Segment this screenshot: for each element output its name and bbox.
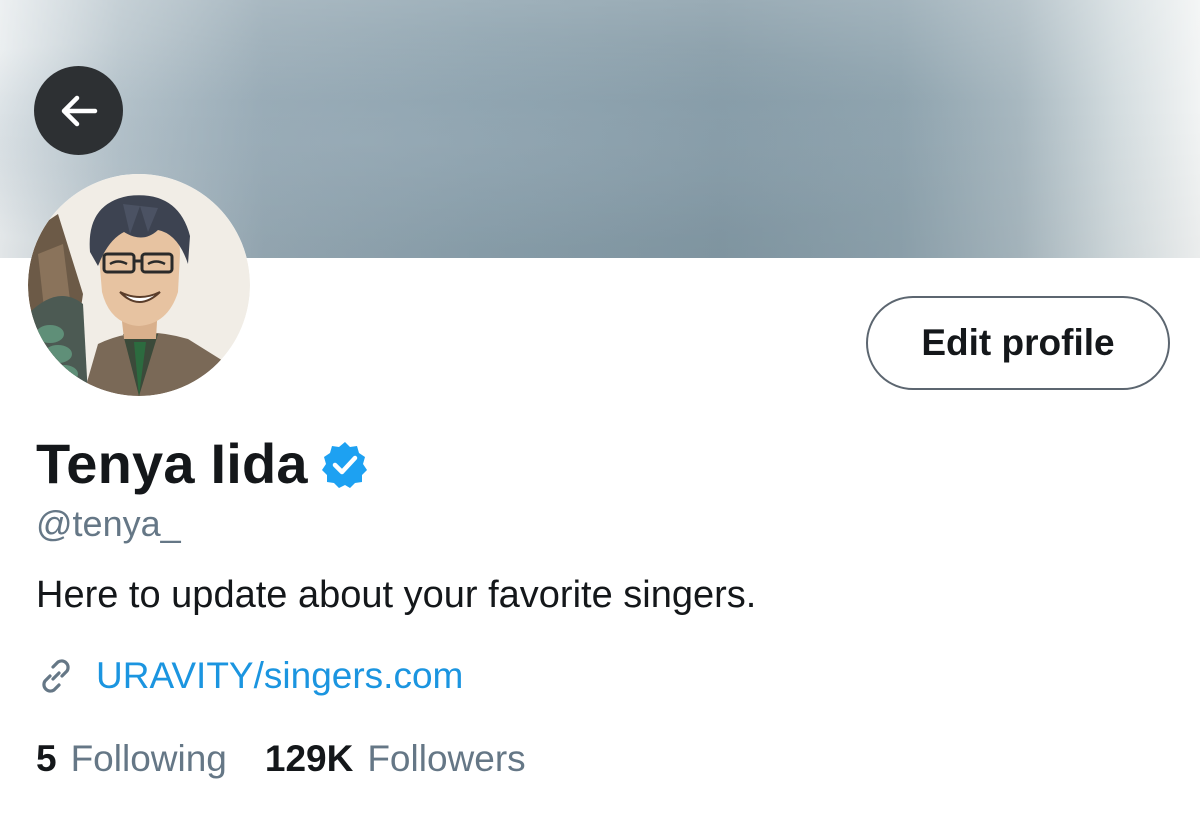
arrow-left-icon xyxy=(61,95,97,126)
followers-label: Followers xyxy=(367,738,526,779)
verified-badge-icon xyxy=(321,442,367,488)
link-icon xyxy=(42,659,70,693)
anime-character-avatar xyxy=(28,174,250,396)
followers-count: 129K xyxy=(264,738,354,779)
edit-profile-button[interactable]: Edit profile xyxy=(866,296,1170,390)
followers-stat[interactable]: 129K Followers xyxy=(265,738,526,780)
following-stat[interactable]: 5 Following xyxy=(36,738,227,780)
following-count: 5 xyxy=(36,738,57,779)
avatar[interactable] xyxy=(28,174,250,396)
profile-link-row: URAVITY/singers.com xyxy=(36,655,463,697)
profile-website-link[interactable]: URAVITY/singers.com xyxy=(96,655,463,697)
user-handle: @tenya_ xyxy=(36,503,181,544)
profile-page: Edit profile Tenya Iida @tenya_ Here to … xyxy=(0,0,1200,825)
profile-bio: Here to update about your favorite singe… xyxy=(36,574,757,616)
back-button[interactable] xyxy=(34,66,123,155)
display-name: Tenya Iida xyxy=(36,431,308,495)
following-label: Following xyxy=(70,738,227,779)
profile-stats: 5 Following 129K Followers xyxy=(36,738,526,780)
name-row: Tenya Iida xyxy=(36,430,370,496)
